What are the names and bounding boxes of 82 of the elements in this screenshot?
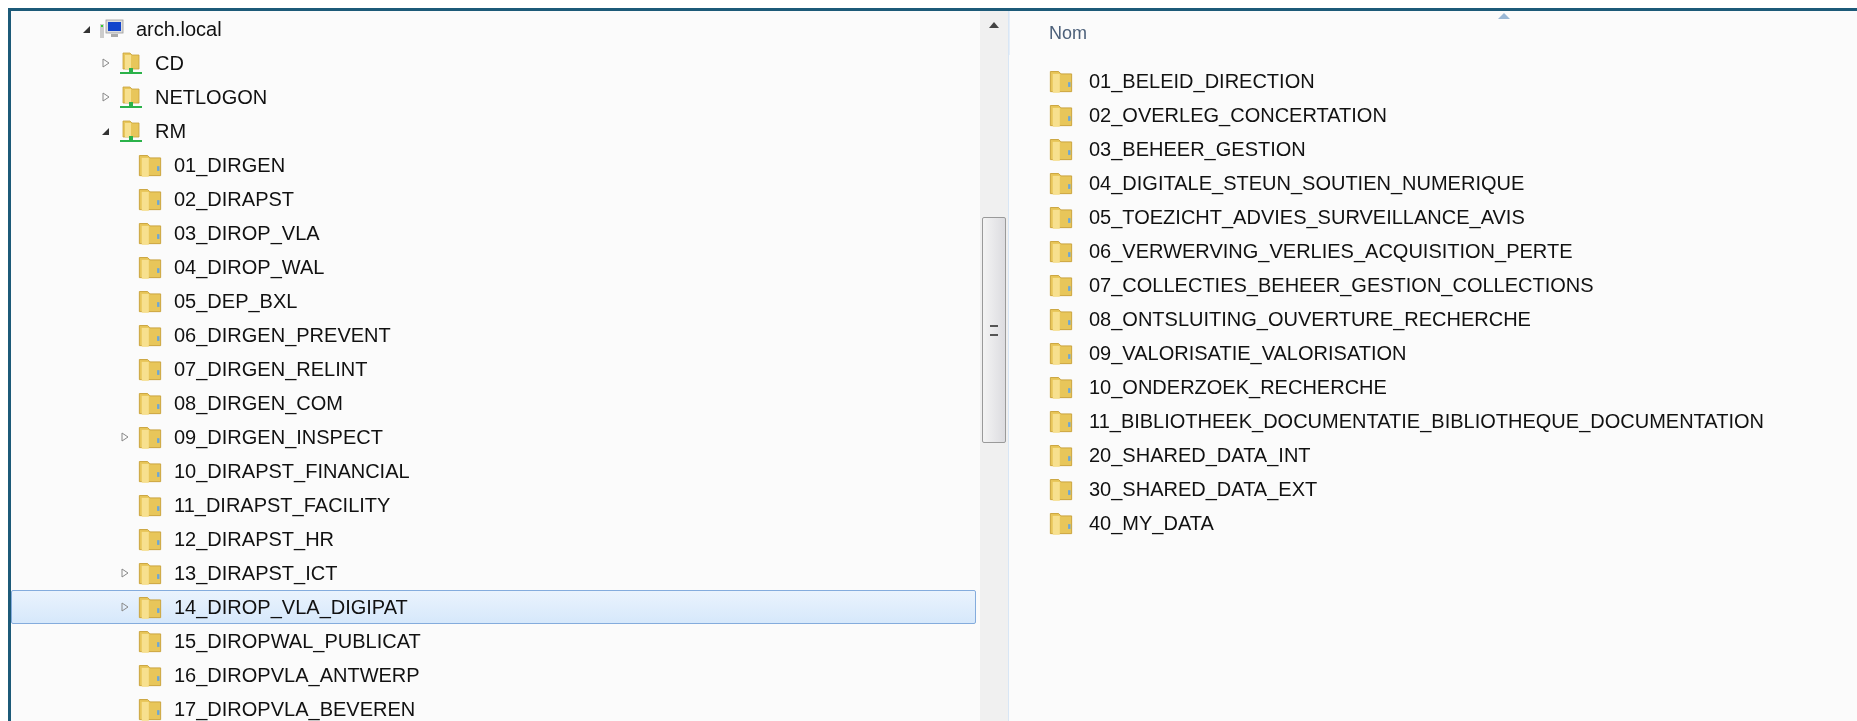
folder-icon: [1049, 374, 1073, 400]
computer-icon: [100, 18, 124, 40]
folder-icon: [1049, 136, 1073, 162]
folder-item[interactable]: 20_SHARED_DATA_INT: [1049, 438, 1857, 472]
folder-icon: [138, 424, 162, 450]
collapsed-arrow-icon[interactable]: [101, 58, 111, 68]
tree-item[interactable]: 11_DIRAPST_FACILITY: [11, 488, 976, 522]
scrollbar[interactable]: [980, 11, 1009, 721]
folder-icon: [1049, 510, 1073, 536]
folder-icon: [138, 390, 162, 416]
folder-item[interactable]: 04_DIGITALE_STEUN_SOUTIEN_NUMERIQUE: [1049, 166, 1857, 200]
folder-icon: [1049, 442, 1073, 468]
folder-icon: [138, 356, 162, 382]
folder-icon: [138, 492, 162, 518]
folder-item[interactable]: 11_BIBLIOTHEEK_DOCUMENTATIE_BIBLIOTHEQUE_DOCUMENTATION: [1049, 404, 1857, 438]
expanded-arrow-icon[interactable]: [101, 126, 111, 136]
folder-icon: [1049, 272, 1073, 298]
tree-item[interactable]: 09_DIRGEN_INSPECT: [11, 420, 976, 454]
folder-icon: [1049, 306, 1073, 332]
folder-icon: [138, 696, 162, 721]
folder-icon: [1049, 476, 1073, 502]
scroll-thumb[interactable]: [982, 217, 1006, 443]
folder-item[interactable]: 01_BELEID_DIRECTION: [1049, 64, 1857, 98]
scroll-up-arrow-icon[interactable]: [989, 22, 999, 28]
folder-icon: [1049, 170, 1073, 196]
folder-item[interactable]: 08_ONTSLUITING_OUVERTURE_RECHERCHE: [1049, 302, 1857, 336]
tree-item[interactable]: 08_DIRGEN_COM: [11, 386, 976, 420]
folder-item[interactable]: 03_BEHEER_GESTION: [1049, 132, 1857, 166]
folder-item[interactable]: 05_TOEZICHT_ADVIES_SURVEILLANCE_AVIS: [1049, 200, 1857, 234]
folder-item[interactable]: 02_OVERLEG_CONCERTATION: [1049, 98, 1857, 132]
tree-item[interactable]: 04_DIROP_WAL: [11, 250, 976, 284]
tree-item[interactable]: 06_DIRGEN_PREVENT: [11, 318, 976, 352]
folder-icon: [138, 220, 162, 246]
folder-icon: [138, 628, 162, 654]
folder-item[interactable]: 10_ONDERZOEK_RECHERCHE: [1049, 370, 1857, 404]
collapsed-arrow-icon[interactable]: [120, 432, 130, 442]
shared-folder-icon: [119, 51, 143, 75]
tree-item[interactable]: CD: [11, 46, 976, 80]
tree-item[interactable]: 05_DEP_BXL: [11, 284, 976, 318]
tree-item[interactable]: 17_DIROPVLA_BEVEREN: [11, 692, 976, 721]
shared-folder-icon: [119, 119, 143, 143]
tree-item[interactable]: 15_DIROPWAL_PUBLICAT: [11, 624, 976, 658]
tree-item[interactable]: 02_DIRAPST: [11, 182, 976, 216]
folder-item[interactable]: 40_MY_DATA: [1049, 506, 1857, 540]
folder-icon: [138, 662, 162, 688]
collapsed-arrow-icon[interactable]: [120, 568, 130, 578]
folder-icon: [1049, 102, 1073, 128]
folder-icon: [1049, 408, 1073, 434]
tree-item[interactable]: 13_DIRAPST_ICT: [11, 556, 976, 590]
folder-icon: [138, 186, 162, 212]
tree-item[interactable]: 16_DIROPVLA_ANTWERP: [11, 658, 976, 692]
tree-item[interactable]: 01_DIRGEN: [11, 148, 976, 182]
tree-item[interactable]: 07_DIRGEN_RELINT: [11, 352, 976, 386]
expanded-arrow-icon[interactable]: [82, 24, 92, 34]
folder-icon: [1049, 204, 1073, 230]
folder-icon: [1049, 68, 1073, 94]
folder-item[interactable]: 06_VERWERVING_VERLIES_ACQUISITION_PERTE: [1049, 234, 1857, 268]
tree-item[interactable]: 10_DIRAPST_FINANCIAL: [11, 454, 976, 488]
folder-icon: [138, 322, 162, 348]
shared-folder-icon: [119, 85, 143, 109]
folder-icon: [138, 560, 162, 586]
tree-item[interactable]: NETLOGON: [11, 80, 976, 114]
folder-icon: [1049, 238, 1073, 264]
column-header[interactable]: Nom: [1049, 22, 1087, 44]
tree-item[interactable]: RM: [11, 114, 976, 148]
collapsed-arrow-icon[interactable]: [101, 92, 111, 102]
folder-item[interactable]: 07_COLLECTIES_BEHEER_GESTION_COLLECTIONS: [1049, 268, 1857, 302]
folder-icon: [138, 254, 162, 280]
folder-icon: [138, 288, 162, 314]
folder-item[interactable]: 30_SHARED_DATA_EXT: [1049, 472, 1857, 506]
folder-icon: [138, 458, 162, 484]
folder-item[interactable]: 09_VALORISATIE_VALORISATION: [1049, 336, 1857, 370]
sort-arrow-icon: [1498, 13, 1510, 19]
folder-icon: [138, 152, 162, 178]
folder-icon: [138, 594, 162, 620]
folder-icon: [1049, 340, 1073, 366]
tree-item[interactable]: 03_DIROP_VLA: [11, 216, 976, 250]
tree-item[interactable]: 12_DIRAPST_HR: [11, 522, 976, 556]
tree-item[interactable]: 14_DIROP_VLA_DIGIPAT: [11, 590, 976, 624]
collapsed-arrow-icon[interactable]: [120, 602, 130, 612]
tree-item[interactable]: arch.local: [11, 12, 976, 46]
folder-icon: [138, 526, 162, 552]
